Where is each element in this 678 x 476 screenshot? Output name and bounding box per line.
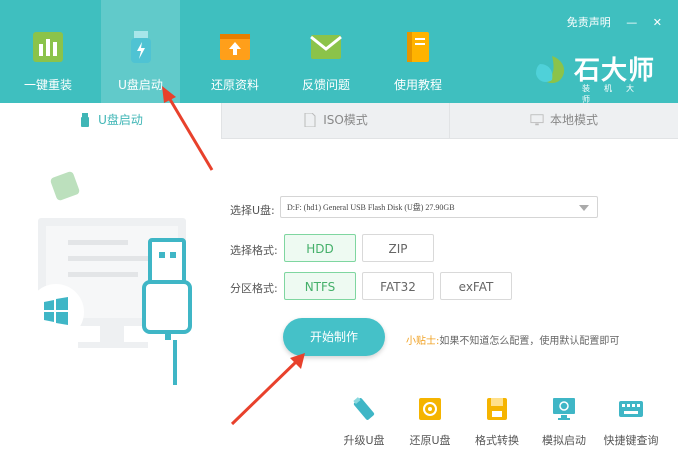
tip-body: 如果不知道怎么配置，使用默认配置即可 <box>439 336 620 347</box>
tab-tutorial[interactable]: 使用教程 <box>381 0 455 103</box>
format-label: 选择格式: <box>230 244 278 257</box>
close-button[interactable]: ✕ <box>653 16 662 29</box>
subtab-local-mode[interactable]: 本地模式 <box>450 103 678 138</box>
usb-drive-icon <box>130 31 151 63</box>
keyboard-icon <box>619 401 643 417</box>
usb-select-label: 选择U盘: <box>230 204 275 217</box>
restore-usb-icon <box>419 398 441 420</box>
usb-icon <box>81 112 90 127</box>
subtab-label: 本地模式 <box>549 113 598 127</box>
upgrade-usb-icon <box>353 397 375 420</box>
title-bar: 一键重装 U盘启动 还原资料 反馈问题 使用教程 免责声明 — ✕ 石大师 装机… <box>0 0 678 104</box>
tool-simulate-boot[interactable]: 模拟启动 <box>534 396 594 448</box>
monitor-icon <box>530 113 544 125</box>
minimize-button[interactable]: — <box>626 16 637 29</box>
partition-option-fat32[interactable]: FAT32 <box>362 272 434 300</box>
format-convert-icon <box>487 398 507 420</box>
simulate-boot-icon <box>553 398 575 420</box>
tool-label: 快捷键查询 <box>603 434 659 447</box>
tutorial-book-icon <box>407 32 429 62</box>
partition-option-ntfs[interactable]: NTFS <box>284 272 356 300</box>
usb-plug-icon <box>142 238 192 385</box>
partition-option-exfat[interactable]: exFAT <box>440 272 512 300</box>
disclaimer-link[interactable]: 免责声明 <box>567 16 611 29</box>
partition-label: 分区格式: <box>230 282 278 295</box>
feedback-envelope-icon <box>310 35 342 59</box>
file-icon <box>304 112 316 127</box>
tab-label: U盘启动 <box>118 78 163 92</box>
tool-upgrade-usb[interactable]: 升级U盘 <box>334 396 394 448</box>
subtab-usb-boot[interactable]: U盘启动 <box>0 103 222 139</box>
tab-usb-boot[interactable]: U盘启动 <box>101 0 180 103</box>
red-arrow-to-start-button <box>230 353 305 426</box>
tab-label: 还原资料 <box>210 78 259 92</box>
tab-label: 使用教程 <box>393 78 442 92</box>
tool-shortcut-query[interactable]: 快捷键查询 <box>601 396 661 448</box>
tool-label: 模拟启动 <box>542 434 586 447</box>
format-option-hdd[interactable]: HDD <box>284 234 356 262</box>
usb-illustration <box>28 171 192 385</box>
tab-one-click-reinstall[interactable]: 一键重装 <box>14 0 82 103</box>
usb-select[interactable]: D:F: (hd1) General USB Flash Disk (U盘) 2… <box>280 196 598 218</box>
start-button[interactable]: 开始制作 <box>283 318 385 356</box>
brand-logo: 石大师 装机大师 <box>534 50 664 104</box>
brand-name: 石大师 <box>574 56 656 86</box>
bar-chart-icon <box>33 32 63 62</box>
usb-select-value: D:F: (hd1) General USB Flash Disk (U盘) 2… <box>287 203 455 212</box>
tip-prefix: 小贴士: <box>406 336 440 347</box>
restore-folder-icon <box>220 34 250 60</box>
tool-restore-usb[interactable]: 还原U盘 <box>400 396 460 448</box>
brand-subtitle: 装机大师 <box>582 84 648 104</box>
tool-label: 升级U盘 <box>343 434 385 447</box>
mode-tabs: U盘启动 ISO模式 本地模式 <box>0 103 678 139</box>
tip-text: 小贴士:如果不知道怎么配置，使用默认配置即可 <box>406 332 619 347</box>
format-option-zip[interactable]: ZIP <box>362 234 434 262</box>
leaf-logo-icon <box>536 56 565 83</box>
window-controls: 免责声明 — ✕ <box>555 14 662 30</box>
tab-label: 一键重装 <box>23 78 72 92</box>
tab-restore-data[interactable]: 还原资料 <box>201 0 269 103</box>
subtab-label: U盘启动 <box>98 113 143 127</box>
chevron-down-icon <box>579 205 589 211</box>
tool-label: 还原U盘 <box>409 434 451 447</box>
subtab-iso-mode[interactable]: ISO模式 <box>222 103 450 138</box>
tool-format-convert[interactable]: 格式转换 <box>467 396 527 448</box>
tab-feedback[interactable]: 反馈问题 <box>289 0 363 103</box>
tool-label: 格式转换 <box>475 434 519 447</box>
tab-label: 反馈问题 <box>301 78 350 92</box>
subtab-label: ISO模式 <box>323 113 368 127</box>
